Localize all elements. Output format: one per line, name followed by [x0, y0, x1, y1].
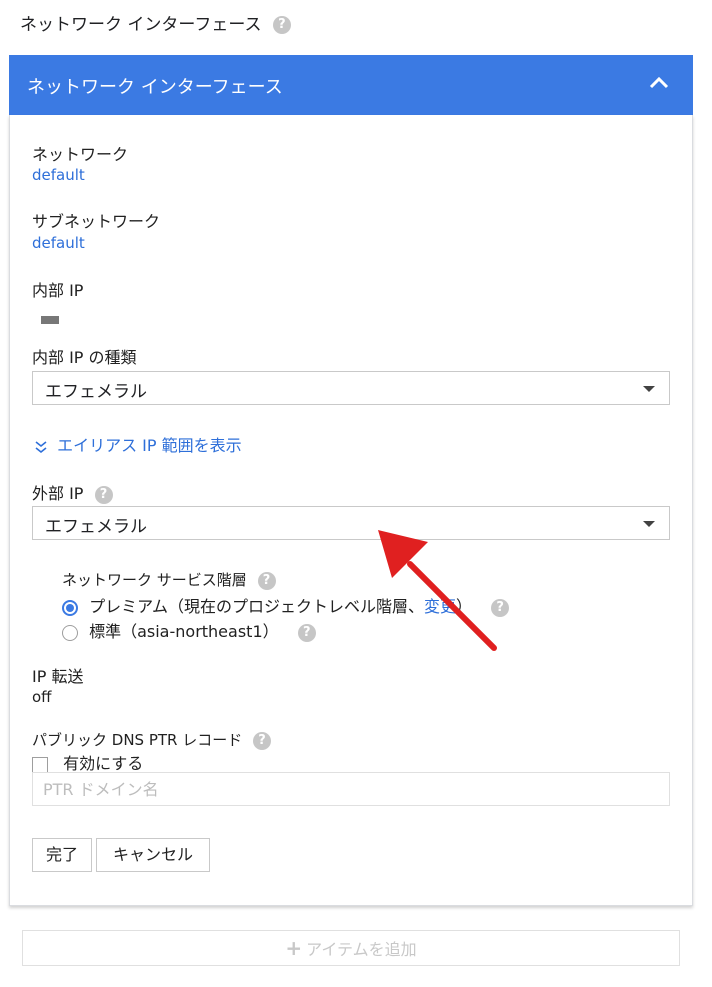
- plus-icon: +: [285, 936, 303, 960]
- help-icon[interactable]: ?: [257, 571, 276, 590]
- external-ip-select[interactable]: エフェメラル: [32, 506, 670, 540]
- internal-ip-placeholder-bar: [41, 316, 59, 324]
- internal-ip-type-value: エフェメラル: [45, 382, 147, 402]
- subnetwork-label: サブネットワーク: [32, 212, 161, 231]
- help-icon[interactable]: ?: [272, 16, 291, 34]
- external-ip-value: エフェメラル: [45, 517, 147, 537]
- network-tier-label: ネットワーク サービス階層: [62, 571, 247, 589]
- alias-ip-link[interactable]: エイリアス IP 範囲を表示: [57, 436, 242, 455]
- panel-title: ネットワーク インターフェース: [27, 77, 283, 98]
- network-link[interactable]: default: [32, 166, 85, 184]
- help-icon[interactable]: ?: [297, 623, 316, 642]
- internal-ip-type-select[interactable]: エフェメラル: [32, 371, 670, 405]
- external-ip-label: 外部 IP: [32, 484, 84, 503]
- help-icon[interactable]: ?: [94, 485, 113, 504]
- panel-header: ネットワーク インターフェース: [9, 55, 693, 115]
- ptr-domain-input[interactable]: [33, 773, 653, 806]
- section-title: ネットワーク インターフェース ?: [20, 10, 291, 35]
- network-label: ネットワーク: [32, 145, 129, 164]
- enable-checkbox-label: 有効にする: [63, 754, 144, 773]
- dns-ptr-label: パブリック DNS PTR レコード: [32, 731, 243, 749]
- dns-ptr-label-row: パブリック DNS PTR レコード ?: [32, 729, 272, 750]
- annotation-arrow-icon: [378, 530, 497, 651]
- alias-ip-toggle[interactable]: エイリアス IP 範囲を表示: [34, 432, 242, 456]
- ip-forwarding-value: off: [32, 688, 52, 706]
- add-item-button[interactable]: + アイテムを追加: [22, 930, 680, 966]
- external-ip-label-row: 外部 IP ?: [32, 480, 113, 504]
- chevron-up-icon[interactable]: [645, 69, 673, 97]
- dns-ptr-enable[interactable]: 有効にする: [32, 750, 143, 774]
- done-button[interactable]: 完了: [32, 838, 92, 872]
- dropdown-caret-icon: [643, 521, 655, 527]
- dropdown-caret-icon: [643, 386, 655, 392]
- network-tier-label-row: ネットワーク サービス階層 ?: [62, 569, 276, 590]
- double-chevron-down-icon: [35, 440, 47, 453]
- ip-forwarding-label: IP 転送: [32, 667, 84, 686]
- subnetwork-link[interactable]: default: [32, 234, 85, 252]
- ptr-domain-field[interactable]: [32, 772, 670, 806]
- internal-ip-label: 内部 IP: [32, 281, 84, 300]
- standard-label: 標準（asia-northeast1）: [89, 622, 279, 641]
- section-title-text: ネットワーク インターフェース: [20, 15, 262, 35]
- add-item-label: アイテムを追加: [306, 940, 417, 959]
- enable-checkbox[interactable]: [32, 756, 48, 773]
- help-icon[interactable]: ?: [253, 731, 272, 750]
- radio-premium[interactable]: [62, 599, 78, 616]
- network-tier-option-standard[interactable]: 標準（asia-northeast1） ?: [62, 618, 316, 642]
- internal-ip-type-label: 内部 IP の種類: [32, 348, 137, 367]
- cancel-button[interactable]: キャンセル: [96, 838, 210, 872]
- radio-standard[interactable]: [62, 624, 78, 641]
